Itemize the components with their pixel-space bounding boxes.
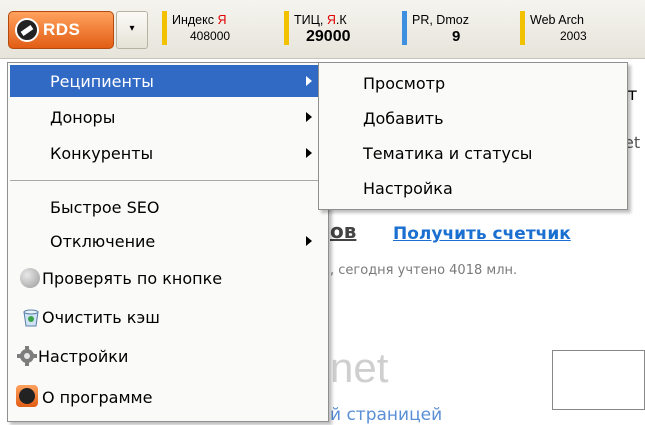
menu-item-check-by-button[interactable]: Проверять по кнопке [10,262,326,294]
menu-separator [10,180,326,181]
rds-toolbar: RDS ▾ Индекс Я 408000 ТИЦ, Я.К 29000 PR,… [0,0,645,59]
menu-item-settings[interactable]: Настройки [10,340,326,372]
metric-value: 29000 [306,28,351,45]
menu-item-disable[interactable]: Отключение [10,225,326,257]
gray-circle-icon [20,268,40,288]
submenu-item-view[interactable]: Просмотр [321,67,625,99]
gear-icon [17,346,37,366]
metric-label: Индекс Я [172,13,227,27]
rds-logo-icon [16,385,38,407]
metric-bar [402,11,407,45]
submenu-arrow-icon [306,112,312,122]
submenu-item-add[interactable]: Добавить [321,102,625,134]
rds-logo-icon [15,18,39,42]
submenu-item-setup[interactable]: Настройка [321,172,625,204]
menu-item-label: О программе [42,388,153,407]
menu-item-quick-seo[interactable]: Быстрое SEO [10,191,326,223]
rds-dropdown-menu: Реципиенты Доноры Конкуренты Быстрое SEO… [7,62,329,422]
menu-item-label: Проверять по кнопке [42,269,223,288]
bg-heading-fragment: ов [330,219,357,243]
metric-label: Web Arch [530,13,584,27]
metric-bar [162,11,167,45]
menu-item-competitors[interactable]: Конкуренты [10,137,326,169]
metric-value: 9 [452,28,461,45]
metric-value: 408000 [190,29,231,43]
metric-label: PR, Dmoz [412,13,469,27]
submenu-item-label: Просмотр [363,74,446,93]
metric-yandex-index[interactable]: Индекс Я 408000 [162,11,274,47]
menu-item-label: Доноры [50,108,116,127]
submenu-item-topics-statuses[interactable]: Тематика и статусы [321,137,625,169]
submenu-item-label: Настройка [363,179,453,198]
chevron-down-icon: ▾ [129,23,135,34]
submenu-arrow-icon [306,76,312,86]
menu-item-recipients[interactable]: Реципиенты [10,65,326,97]
submenu-item-label: Тематика и статусы [363,144,533,163]
submenu-item-label: Добавить [363,109,444,128]
menu-item-label: Быстрое SEO [50,198,160,217]
menu-item-donors[interactable]: Доноры [10,101,326,133]
metric-label: ТИЦ, Я.К [294,13,347,27]
menu-item-clear-cache[interactable]: Очистить кэш [10,301,326,333]
metric-web-archive[interactable]: Web Arch 2003 [520,11,640,47]
menu-item-about[interactable]: О программе [10,381,326,413]
menu-item-label: Отключение [50,232,156,251]
metric-value: 2003 [560,29,587,43]
rds-main-button[interactable]: RDS [8,11,114,49]
bg-input-box[interactable] [552,350,645,410]
get-counter-link[interactable]: Получить счетчик [393,224,571,244]
bg-big-fragment: net [330,344,389,391]
recipients-submenu: Просмотр Добавить Тематика и статусы Нас… [318,62,628,210]
menu-item-label: Настройки [38,347,129,366]
submenu-arrow-icon [306,236,312,246]
menu-item-label: Конкуренты [50,144,154,163]
bg-bottom-fragment: й страницей [330,405,443,425]
rds-logo-inner [19,388,35,404]
metric-pr-dmoz[interactable]: PR, Dmoz 9 [402,11,502,47]
rds-button-label: RDS [43,20,81,39]
rds-dropdown-button[interactable]: ▾ [116,11,148,49]
metric-tic[interactable]: ТИЦ, Я.К 29000 [284,11,384,47]
metric-bar [520,11,525,45]
menu-item-label: Очистить кэш [42,308,160,327]
submenu-arrow-icon [306,148,312,158]
metric-bar [284,11,289,45]
menu-item-label: Реципиенты [50,72,154,91]
clear-cache-icon [23,309,39,327]
bg-counter-text: , сегодня учтено 4018 млн. [330,263,518,278]
